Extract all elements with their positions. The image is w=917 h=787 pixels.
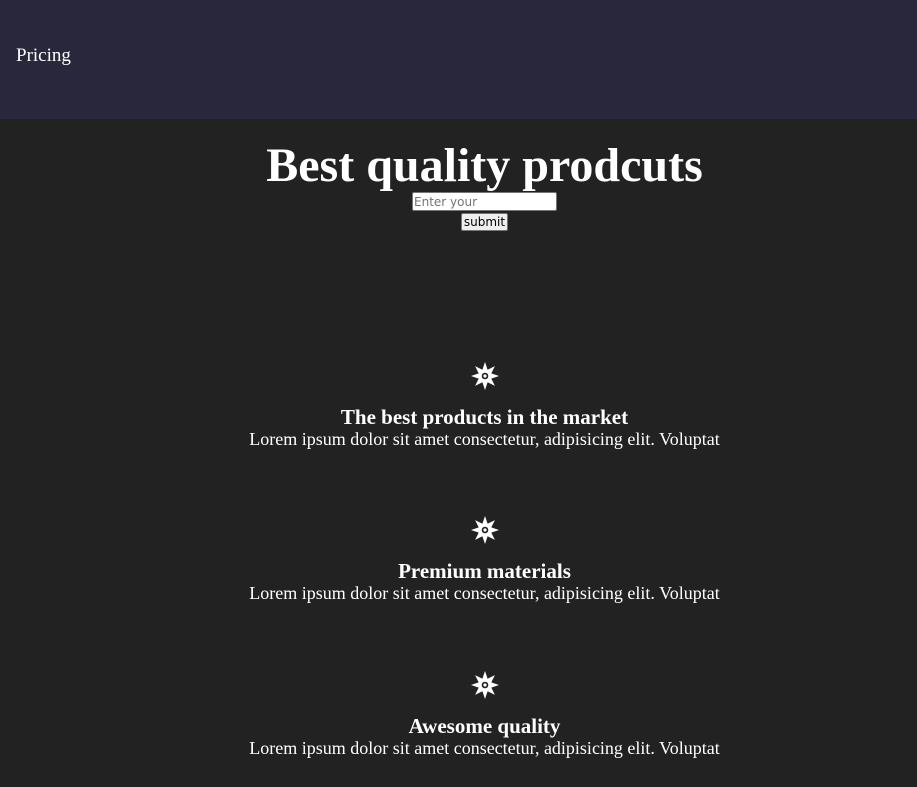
feature-title: Premium materials <box>398 559 571 583</box>
nav-link-pricing[interactable]: Pricing <box>16 44 71 68</box>
page-title: Best quality prodcuts <box>266 139 703 192</box>
star-burst-icon <box>470 362 499 390</box>
feature-description: Lorem ipsum dolor sit amet consectetur, … <box>249 429 720 449</box>
feature-description: Lorem ipsum dolor sit amet consectetur, … <box>249 738 720 758</box>
feature-title: Awesome quality <box>408 714 561 738</box>
feature-title: The best products in the market <box>340 405 629 429</box>
navbar: Pricing <box>0 0 917 119</box>
submit-button[interactable]: submit <box>460 213 509 231</box>
star-burst-icon <box>470 671 499 699</box>
email-input[interactable] <box>412 192 557 211</box>
star-burst-icon <box>470 516 499 544</box>
feature-item: Premium materials Lorem ipsum dolor sit … <box>0 516 917 603</box>
feature-item: The best products in the market Lorem ip… <box>0 362 917 449</box>
email-signup-form: submit <box>0 192 917 231</box>
feature-item: Awesome quality Lorem ipsum dolor sit am… <box>0 671 917 758</box>
feature-description: Lorem ipsum dolor sit amet consectetur, … <box>249 583 720 603</box>
